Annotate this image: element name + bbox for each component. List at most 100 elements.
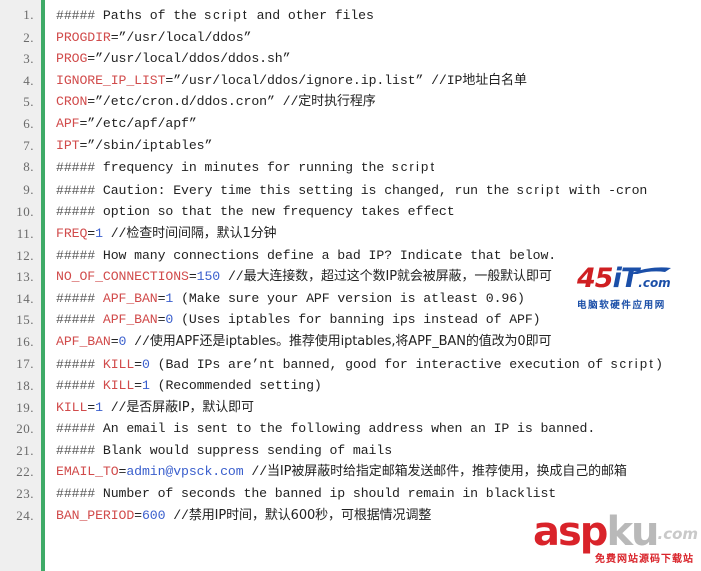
line-number: 21 (0, 440, 41, 462)
code-line-text[interactable]: IPT=”/sbin/iptables” (41, 135, 701, 157)
code-token: admin@vpsck.com (126, 464, 244, 480)
line-number: 15 (0, 309, 41, 331)
code-token: 150 (196, 269, 221, 285)
code-token: ##### (56, 442, 96, 458)
code-line-text[interactable]: IGNORE_IP_LIST=”/usr/local/ddos/ignore.i… (41, 70, 701, 92)
code-token: ##### (56, 204, 96, 220)
code-token: = (134, 356, 142, 372)
line-number: 11 (0, 223, 41, 245)
code-token: ##### (56, 160, 96, 176)
code-line-text[interactable]: CRON=”/etc/cron.d/ddos.cron” //定时执行程序 (41, 91, 701, 113)
code-line-text[interactable]: PROG=”/usr/local/ddos/ddos.sh” (41, 48, 701, 70)
code-line-text[interactable]: FREQ=1 //检查时间间隔，默认1分钟 (41, 223, 701, 245)
code-token: =”/usr/local/ddos” (110, 29, 252, 45)
code-line: 22EMAIL_TO=admin@vpsck.com //当IP被屏蔽时给指定邮… (0, 461, 701, 483)
code-line-text[interactable]: PROGDIR=”/usr/local/ddos” (41, 27, 701, 49)
code-token: EMAIL_TO (56, 464, 119, 480)
code-line-text[interactable]: APF=”/etc/apf/apf” (41, 113, 701, 135)
code-line-text[interactable]: ##### Paths of the script and other file… (41, 4, 701, 27)
code-token: (Recommended setting) (149, 378, 322, 394)
code-token: script (610, 355, 656, 371)
code-line-text[interactable]: ##### APF_BAN=1 (Make sure your APF vers… (41, 288, 701, 310)
code-line-text[interactable]: ##### KILL=0 (Bad IPs are’nt banned, goo… (41, 353, 701, 376)
code-token: 最大连接数，超过这个数IP就会被屏蔽，一般默认即可 (243, 269, 552, 285)
line-number: 18 (0, 375, 41, 397)
code-line-text[interactable]: BAN_PERIOD=600 //禁用IP时间，默认600秒，可根据情况调整 (41, 505, 701, 527)
code-line-text[interactable]: ##### option so that the new frequency t… (41, 201, 701, 223)
code-line-text[interactable]: ##### frequency in minutes for running t… (41, 156, 701, 179)
code-token: = (134, 507, 142, 523)
code-token: // (102, 225, 127, 241)
code-token: ##### (56, 312, 103, 328)
code-line-text[interactable]: ##### KILL=1 (Recommended setting) (41, 375, 701, 397)
code-line: 16APF_BAN=0 //使用APF还是iptables。推荐使用iptabl… (0, 331, 701, 353)
code-token: Caution: Every time this setting is chan… (95, 182, 518, 198)
code-line-text[interactable]: EMAIL_TO=admin@vpsck.com //当IP被屏蔽时给指定邮箱发… (41, 461, 701, 483)
line-number: 24 (0, 505, 41, 527)
line-number: 7 (0, 135, 41, 157)
code-token: 600 (141, 507, 166, 523)
code-token: KILL (102, 378, 135, 394)
code-line: 20##### An email is sent to the followin… (0, 418, 701, 440)
line-number: 3 (0, 48, 41, 70)
code-line: 6APF=”/etc/apf/apf” (0, 113, 701, 135)
line-number: 2 (0, 27, 41, 49)
code-token: =”/usr/local/ddos/ddos.sh” (87, 51, 291, 67)
code-line: 5CRON=”/etc/cron.d/ddos.cron” //定时执行程序 (0, 91, 701, 113)
code-token: frequency in minutes for running the (95, 160, 393, 176)
code-token: // (220, 269, 244, 285)
line-number: 4 (0, 70, 41, 92)
code-line: 4IGNORE_IP_LIST=”/usr/local/ddos/ignore.… (0, 70, 701, 92)
code-token: PROG (56, 51, 88, 67)
code-token: 1 (95, 225, 103, 241)
line-number: 13 (0, 266, 41, 288)
code-token: KILL (102, 356, 135, 372)
code-token: APF (56, 115, 80, 131)
code-line: 9##### Caution: Every time this setting … (0, 179, 701, 202)
code-token: and other files (248, 8, 374, 23)
code-line: 10##### option so that the new frequency… (0, 201, 701, 223)
code-token: = (87, 399, 96, 415)
code-line-text[interactable]: ##### Number of seconds the banned ip sh… (41, 483, 701, 505)
line-number: 23 (0, 483, 41, 505)
code-line-text[interactable]: ##### APF_BAN=0 (Uses iptables for banni… (41, 309, 701, 331)
code-token: 禁用IP时间，默认600秒，可根据情况调整 (188, 507, 432, 523)
code-line-text[interactable]: ##### An email is sent to the following … (41, 418, 701, 440)
code-line: 14##### APF_BAN=1 (Make sure your APF ve… (0, 288, 701, 310)
code-line: 8##### frequency in minutes for running … (0, 156, 701, 179)
code-token: ##### (56, 421, 96, 437)
code-line-text[interactable]: APF_BAN=0 //使用APF还是iptables。推荐使用iptables… (41, 331, 701, 353)
code-token: ##### (56, 486, 96, 502)
code-token: 当IP被屏蔽时给指定邮箱发送邮件，推荐使用，换成自己的邮箱 (267, 464, 627, 480)
code-token: ##### (56, 290, 103, 306)
code-line: 13NO_OF_CONNECTIONS=150 //最大连接数，超过这个数IP就… (0, 266, 701, 288)
code-line: 2PROGDIR=”/usr/local/ddos” (0, 27, 701, 49)
line-number: 10 (0, 201, 41, 223)
code-token: = (134, 378, 142, 394)
code-token: // (243, 464, 268, 480)
code-token: // (126, 333, 150, 349)
line-number: 6 (0, 113, 41, 135)
code-line-text[interactable]: KILL=1 //是否屏蔽IP，默认即可 (41, 397, 701, 419)
code-token: IPT (56, 137, 80, 153)
code-line: 1##### Paths of the script and other fil… (0, 4, 701, 27)
code-line-text[interactable]: ##### Caution: Every time this setting i… (41, 179, 701, 202)
code-line-text[interactable]: ##### Blank would suppress sending of ma… (41, 440, 701, 462)
code-line-text[interactable]: NO_OF_CONNECTIONS=150 //最大连接数，超过这个数IP就会被… (41, 266, 701, 288)
code-token: ##### (56, 8, 96, 23)
code-token: KILL (56, 399, 88, 415)
code-token: // (282, 94, 299, 110)
code-token: ##### (56, 182, 96, 198)
code-token: = (87, 225, 96, 241)
code-token: How many connections define a bad IP? In… (95, 247, 557, 263)
code-token: = (188, 269, 197, 285)
code-token: // (165, 507, 189, 523)
line-number: 9 (0, 179, 41, 201)
code-line: 11FREQ=1 //检查时间间隔，默认1分钟 (0, 223, 701, 245)
code-token: = (110, 333, 119, 349)
code-token: (Make sure your APF version is atleast 0… (173, 290, 525, 306)
code-token: =”/etc/cron.d/ddos.cron” (87, 94, 283, 110)
code-token: script (204, 7, 249, 22)
code-line-text[interactable]: ##### How many connections define a bad … (41, 245, 701, 267)
watermark-aspku-subtitle: 免费网站源码下载站 (595, 554, 694, 565)
